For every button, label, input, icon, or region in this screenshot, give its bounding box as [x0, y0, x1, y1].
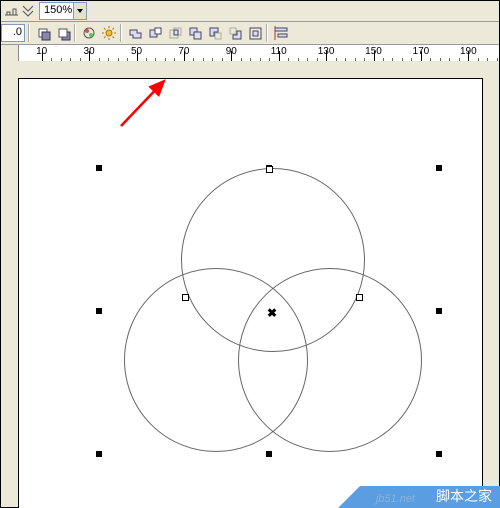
toolbar-property: .0	[1, 22, 499, 45]
to-back-icon[interactable]	[54, 24, 73, 43]
create-boundary-icon[interactable]	[246, 24, 265, 43]
shape-node[interactable]	[266, 166, 273, 173]
separator	[120, 24, 122, 42]
numeric-input[interactable]: .0	[1, 24, 25, 42]
trim-icon[interactable]	[146, 24, 165, 43]
back-minus-front-icon[interactable]	[226, 24, 245, 43]
ruler-label: 70	[178, 46, 189, 57]
align-icon[interactable]	[272, 24, 291, 43]
shape-node[interactable]	[356, 294, 363, 301]
watermark: jb51.net 脚本之家	[340, 482, 500, 508]
ruler-label: 10	[36, 46, 47, 57]
brightness-icon[interactable]	[100, 24, 119, 43]
snap-icon[interactable]	[4, 3, 19, 18]
separator	[28, 24, 30, 42]
selection-handle[interactable]	[436, 308, 442, 314]
selection-center-icon[interactable]: ✖	[267, 306, 277, 320]
selection-handle[interactable]	[96, 308, 102, 314]
ruler-label: 190	[460, 46, 477, 57]
to-front-icon[interactable]	[34, 24, 53, 43]
ruler-label: 90	[226, 46, 237, 57]
separator	[74, 24, 76, 42]
selection-handle[interactable]	[96, 165, 102, 171]
zoom-combo[interactable]: 150%	[39, 2, 87, 20]
watermark-url: jb51.net	[376, 493, 415, 505]
ruler-label: 170	[413, 46, 430, 57]
selection-handle[interactable]	[436, 165, 442, 171]
ruler-label: 130	[318, 46, 335, 57]
ruler-label: 50	[131, 46, 142, 57]
selection-handle[interactable]	[266, 451, 272, 457]
app-window: 150% .0 10 30 50 70 90 110 130 150 170 190 ✖ jb51…	[0, 0, 500, 508]
simplify-icon[interactable]	[186, 24, 205, 43]
shape-node[interactable]	[182, 294, 189, 301]
ruler-label: 150	[365, 46, 382, 57]
selection-handle[interactable]	[436, 451, 442, 457]
intersect-icon[interactable]	[166, 24, 185, 43]
zoom-value: 150%	[44, 4, 72, 16]
workspace[interactable]: ✖ jb51.net 脚本之家	[1, 61, 499, 507]
chevron-down-icon[interactable]	[73, 3, 86, 19]
front-minus-back-icon[interactable]	[206, 24, 225, 43]
separator	[266, 24, 268, 42]
ruler-label: 30	[84, 46, 95, 57]
circle-object[interactable]	[238, 268, 422, 452]
toolbar-top: 150%	[1, 1, 499, 22]
watermark-text: 脚本之家	[436, 486, 492, 506]
ruler-label: 110	[271, 46, 287, 57]
selection-handle[interactable]	[96, 451, 102, 457]
page[interactable]: ✖	[18, 78, 483, 508]
weld-icon[interactable]	[126, 24, 145, 43]
color-balance-icon[interactable]	[80, 24, 99, 43]
options-icon[interactable]	[21, 3, 36, 18]
